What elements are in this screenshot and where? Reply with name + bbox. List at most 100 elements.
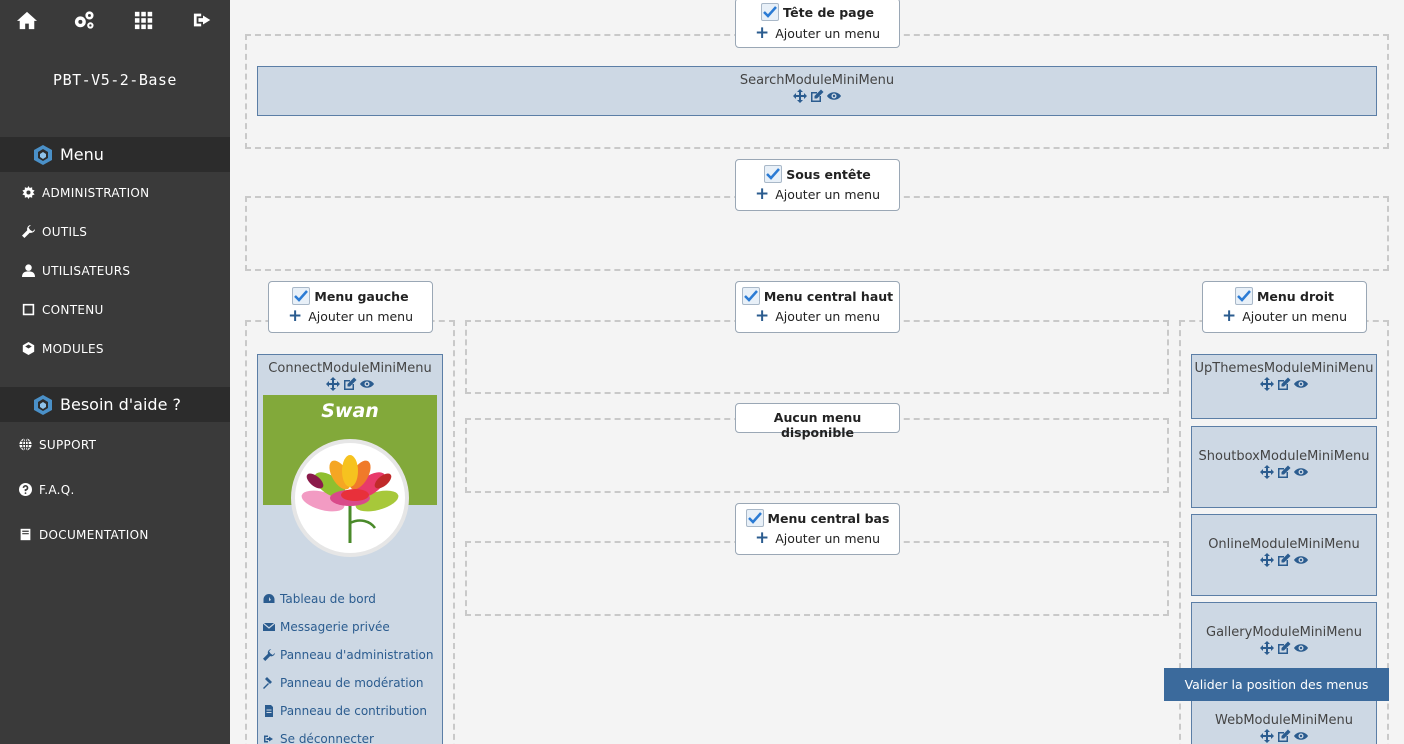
user-icon — [22, 264, 35, 277]
zone-title: Menu central haut — [763, 288, 894, 304]
plus-icon: + — [754, 528, 770, 548]
edit-icon[interactable] — [1277, 729, 1291, 743]
move-icon[interactable] — [1260, 729, 1274, 743]
zone-title: Menu central bas — [767, 510, 890, 526]
plus-icon: + — [287, 306, 303, 326]
zone-header-tete-de-page: Tête de page + Ajouter un menu — [735, 0, 900, 48]
module-name: ShoutboxModuleMiniMenu — [1198, 449, 1370, 464]
validate-positions-button[interactable]: Valider la position des menus — [1164, 668, 1389, 701]
sign-out-icon[interactable] — [192, 10, 216, 32]
plus-icon: + — [754, 306, 770, 326]
lotus-logo-icon — [291, 439, 409, 557]
home-icon[interactable] — [16, 10, 40, 32]
link-messagerie[interactable]: Messagerie privée — [263, 613, 443, 641]
module-name: ConnectModuleMiniMenu — [268, 361, 432, 376]
link-deconnexion[interactable]: Se déconnecter — [263, 725, 443, 744]
checkbox-sous-entete[interactable] — [764, 165, 783, 183]
sidebar-item-utilisateurs[interactable]: UTILISATEURS — [0, 256, 230, 286]
no-menu-label: Aucun menu disponible — [735, 403, 900, 440]
move-icon[interactable] — [326, 377, 340, 391]
eye-icon[interactable] — [1294, 729, 1308, 743]
checkbox-menu-central-haut[interactable] — [741, 287, 760, 305]
add-menu-button[interactable]: + Ajouter un menu — [736, 184, 899, 204]
eye-icon[interactable] — [827, 89, 841, 103]
add-menu-label: Ajouter un menu — [308, 308, 414, 324]
checkbox-menu-gauche[interactable] — [292, 287, 311, 305]
globe-icon — [19, 437, 32, 452]
file-icon — [265, 705, 273, 717]
sidebar-item-label: OUTILS — [42, 225, 88, 239]
move-icon[interactable] — [1260, 465, 1274, 479]
eye-icon[interactable] — [1294, 553, 1308, 567]
link-contribution-panel[interactable]: Panneau de contribution — [263, 697, 443, 725]
add-menu-label: Ajouter un menu — [775, 186, 881, 202]
edit-icon[interactable] — [1277, 641, 1291, 655]
menu-section-header: Menu — [0, 137, 230, 172]
zone-header-menu-gauche: Menu gauche + Ajouter un menu — [268, 281, 433, 333]
link-admin-panel[interactable]: Panneau d'administration — [263, 641, 443, 669]
edit-icon[interactable] — [810, 89, 824, 103]
link-label: Panneau de modération — [280, 676, 424, 690]
eye-icon[interactable] — [360, 377, 374, 391]
link-label: Tableau de bord — [280, 592, 376, 606]
edit-icon[interactable] — [1277, 377, 1291, 391]
add-menu-button[interactable]: + Ajouter un menu — [736, 528, 899, 548]
module-connect[interactable]: ConnectModuleMiniMenu Swan Tableau de bo… — [257, 354, 443, 744]
zone-header-menu-droit: Menu droit + Ajouter un menu — [1202, 281, 1367, 333]
add-menu-button[interactable]: + Ajouter un menu — [736, 23, 899, 43]
sidebar-item-documentation[interactable]: DOCUMENTATION — [0, 520, 230, 550]
sidebar-item-modules[interactable]: MODULES — [0, 334, 230, 364]
eye-icon[interactable] — [1294, 377, 1308, 391]
sidebar-top-icons — [0, 10, 230, 32]
move-icon[interactable] — [793, 89, 807, 103]
question-icon — [19, 483, 32, 496]
gavel-icon — [263, 677, 272, 689]
module-name: OnlineModuleMiniMenu — [1208, 537, 1360, 552]
gear-icon — [22, 186, 35, 199]
cogs-icon[interactable] — [73, 10, 97, 32]
checkbox-menu-droit[interactable] — [1234, 287, 1253, 305]
sidebar-item-label: CONTENU — [42, 303, 104, 317]
square-icon — [22, 303, 35, 316]
sidebar-item-outils[interactable]: OUTILS — [0, 217, 230, 247]
link-moderation-panel[interactable]: Panneau de modération — [263, 669, 443, 697]
edit-icon[interactable] — [343, 377, 357, 391]
sidebar-item-faq[interactable]: F.A.Q. — [0, 475, 230, 505]
move-icon[interactable] — [1260, 377, 1274, 391]
eye-icon[interactable] — [1294, 465, 1308, 479]
edit-icon[interactable] — [1277, 553, 1291, 567]
zone-header-sous-entete: Sous entête + Ajouter un menu — [735, 159, 900, 211]
link-tableau-de-bord[interactable]: Tableau de bord — [263, 585, 443, 613]
checkbox-tete-de-page[interactable] — [760, 3, 779, 21]
dashboard-icon — [263, 594, 275, 603]
module-name: GalleryModuleMiniMenu — [1206, 625, 1362, 640]
sidebar-item-administration[interactable]: ADMINISTRATION — [0, 178, 230, 208]
sidebar-item-contenu[interactable]: CONTENU — [0, 295, 230, 325]
theme-name: Swan — [321, 400, 379, 422]
move-icon[interactable] — [1260, 641, 1274, 655]
sidebar-item-support[interactable]: SUPPORT — [0, 430, 230, 460]
module-search[interactable]: SearchModuleMiniMenu — [257, 66, 1377, 116]
move-icon[interactable] — [1260, 553, 1274, 567]
sidebar-item-label: SUPPORT — [39, 438, 97, 452]
envelope-icon — [263, 622, 275, 631]
checkbox-menu-central-bas[interactable] — [745, 509, 764, 527]
add-menu-button[interactable]: + Ajouter un menu — [269, 306, 432, 326]
module-shoutbox[interactable]: ShoutboxModuleMiniMenu — [1191, 426, 1377, 508]
add-menu-label: Ajouter un menu — [775, 530, 881, 546]
add-menu-label: Ajouter un menu — [775, 25, 881, 41]
module-online[interactable]: OnlineModuleMiniMenu — [1191, 514, 1377, 596]
module-name: UpThemesModuleMiniMenu — [1194, 361, 1374, 376]
module-upthemes[interactable]: UpThemesModuleMiniMenu — [1191, 354, 1377, 419]
add-menu-button[interactable]: + Ajouter un menu — [1203, 306, 1366, 326]
grid-icon[interactable] — [133, 10, 157, 32]
cube-icon — [22, 342, 35, 355]
sidebar: PBT-V5-2-Base Menu ADMINISTRATION OUTILS… — [0, 0, 230, 744]
sign-out-icon — [264, 735, 273, 743]
edit-icon[interactable] — [1277, 465, 1291, 479]
logo-icon — [32, 144, 54, 166]
add-menu-button[interactable]: + Ajouter un menu — [736, 306, 899, 326]
eye-icon[interactable] — [1294, 641, 1308, 655]
zone-header-menu-central-bas: Menu central bas + Ajouter un menu — [735, 503, 900, 555]
help-section-header: Besoin d'aide ? — [0, 387, 230, 422]
